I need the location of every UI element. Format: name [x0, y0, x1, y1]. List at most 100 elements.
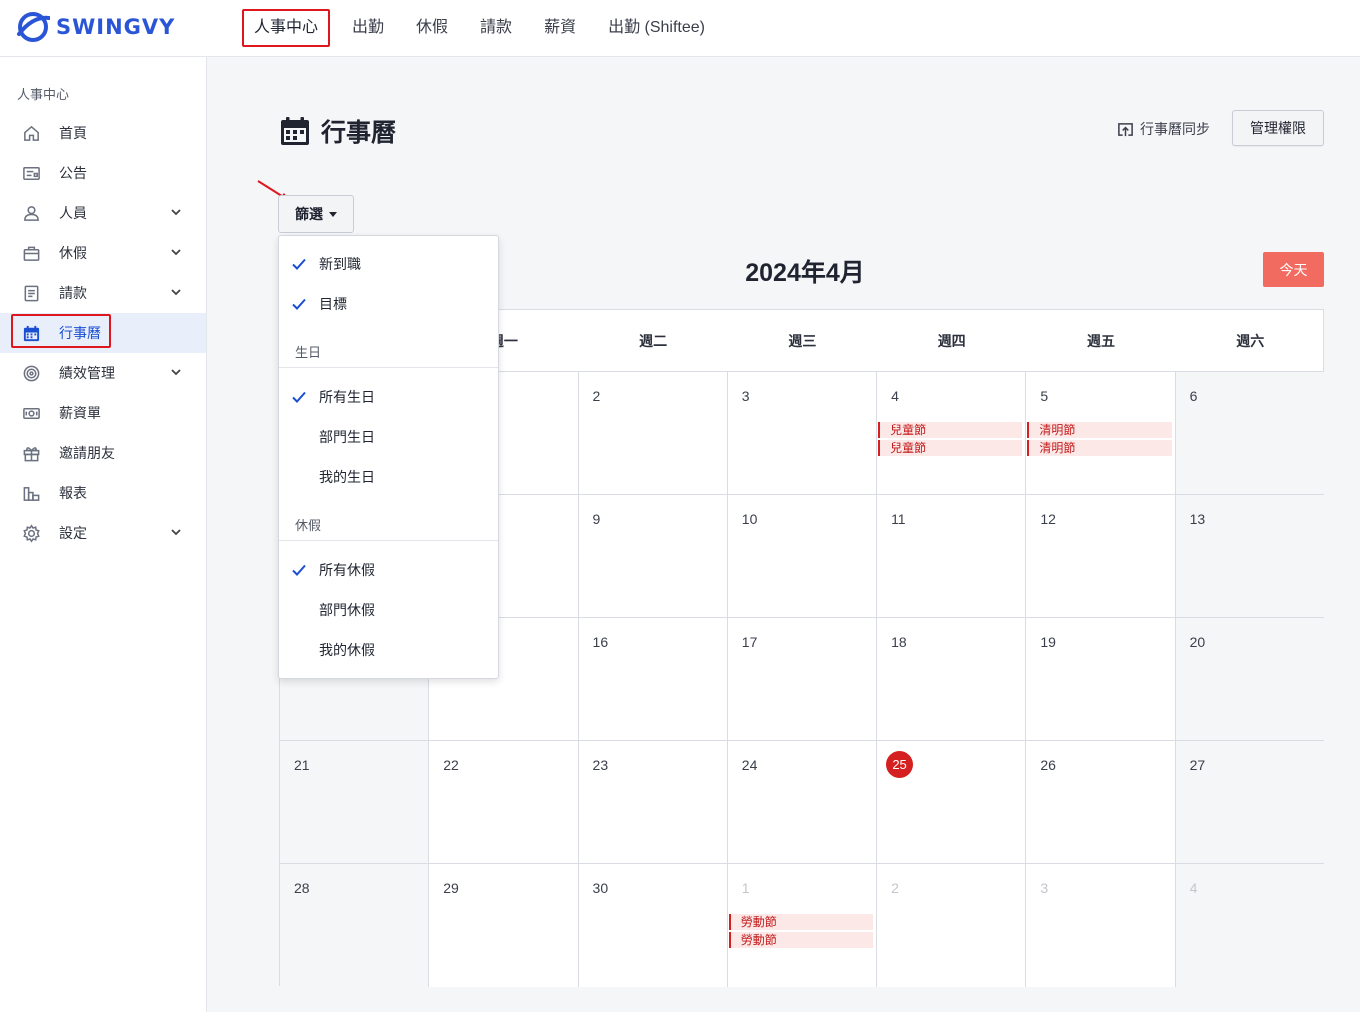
sidebar-item-home[interactable]: 首頁	[0, 113, 206, 153]
calendar-day-cell[interactable]: 24	[727, 741, 878, 863]
calendar-day-cell[interactable]: 3	[1026, 864, 1176, 987]
day-number: 22	[443, 757, 459, 773]
sidebar-item-payslip[interactable]: 薪資單	[0, 393, 206, 433]
calendar-day-cell[interactable]: 12	[1026, 495, 1176, 617]
sidebar-item-calendar[interactable]: 行事曆	[0, 313, 206, 353]
filter-option-my-leave[interactable]: 我的休假	[279, 630, 498, 670]
chevron-down-icon	[171, 289, 181, 296]
manage-permissions-button[interactable]: 管理權限	[1232, 110, 1324, 146]
sidebar-item-label: 人員	[59, 205, 87, 221]
sidebar-item-label: 績效管理	[59, 365, 115, 381]
calendar-day-cell[interactable]: 2	[877, 864, 1027, 987]
filter-button-label: 篩選	[295, 206, 323, 222]
calendar-event[interactable]: 清明節	[1027, 440, 1172, 456]
calendar-event[interactable]: 清明節	[1027, 422, 1172, 438]
calendar-day-cell[interactable]: 17	[727, 618, 878, 740]
day-number: 10	[741, 511, 758, 527]
topnav-leave[interactable]: 休假	[406, 9, 458, 47]
calendar-event[interactable]: 兒童節	[878, 440, 1023, 456]
day-number: 11	[891, 511, 906, 527]
filter-option-my-birthday[interactable]: 我的生日	[279, 457, 498, 497]
filter-option-label: 新到職	[319, 256, 361, 272]
topnav-shiftee[interactable]: 出勤 (Shiftee)	[598, 9, 715, 47]
filter-option-goals[interactable]: 目標	[279, 284, 498, 324]
calendar-day-cell[interactable]: 6	[1175, 372, 1325, 494]
calendar-day-cell[interactable]: 10	[727, 495, 878, 617]
calendar-sync-label: 行事曆同步	[1140, 121, 1210, 137]
sidebar-item-reports[interactable]: 報表	[0, 473, 206, 513]
filter-option-department-birthdays[interactable]: 部門生日	[279, 417, 498, 457]
calendar-event[interactable]: 勞動節	[728, 914, 874, 930]
calendar-day-cell[interactable]: 28	[280, 864, 430, 987]
filter-option-new-hires[interactable]: 新到職	[279, 244, 498, 284]
calendar-week-row: 21 22 23 24 25 26 27	[280, 741, 1325, 864]
sidebar-item-settings[interactable]: 設定	[0, 513, 206, 553]
calendar-day-cell[interactable]: 26	[1026, 741, 1176, 863]
calendar-day-cell[interactable]: 13	[1175, 495, 1325, 617]
sidebar-item-invite[interactable]: 邀請朋友	[0, 433, 206, 473]
calendar-day-cell[interactable]: 1 勞動節 勞動節	[727, 864, 878, 987]
calendar-day-cell[interactable]: 23	[578, 741, 728, 863]
filter-option-department-leave[interactable]: 部門休假	[279, 590, 498, 630]
calendar-day-cell[interactable]: 22	[429, 741, 579, 863]
filter-option-label: 我的生日	[319, 469, 375, 485]
day-number: 16	[592, 634, 609, 650]
calendar-day-cell[interactable]: 18	[877, 618, 1027, 740]
calendar-day-cell[interactable]: 20	[1175, 618, 1325, 740]
page-title-text: 行事曆	[321, 119, 397, 147]
sidebar-list: 首頁 公告 人員 休假 請款 行事曆 績效管理 薪資單 邀請朋友 報表 設定	[0, 113, 206, 553]
chevron-down-icon	[171, 529, 181, 536]
briefcase-icon	[21, 243, 41, 263]
target-icon	[21, 363, 41, 383]
calendar-day-cell[interactable]: 5 清明節 清明節	[1026, 372, 1176, 494]
today-day-number: 25	[886, 751, 914, 778]
calendar-day-cell[interactable]: 11	[877, 495, 1027, 617]
calendar-event[interactable]: 兒童節	[878, 422, 1023, 438]
filter-option-all-leave[interactable]: 所有休假	[279, 550, 498, 590]
sidebar-item-label: 薪資單	[59, 405, 101, 421]
filter-dropdown: 新到職 目標 生日 所有生日 部門生日 我的生日 休假 所有休假 部門休假 我的…	[278, 235, 499, 679]
calendar-day-cell[interactable]: 16	[578, 618, 728, 740]
topnav-expense[interactable]: 請款	[470, 9, 522, 47]
day-number: 3	[1040, 880, 1049, 896]
sidebar-item-expense[interactable]: 請款	[0, 273, 206, 313]
calendar-day-cell[interactable]: 9	[578, 495, 728, 617]
calendar-day-cell[interactable]: 25	[877, 741, 1027, 863]
sidebar-item-people[interactable]: 人員	[0, 193, 206, 233]
calendar-day-cell[interactable]: 2	[578, 372, 728, 494]
sidebar-item-performance[interactable]: 績效管理	[0, 353, 206, 393]
filter-button[interactable]: 篩選	[278, 195, 354, 233]
topnav-hr-center[interactable]: 人事中心	[242, 9, 331, 47]
filter-option-all-birthdays[interactable]: 所有生日	[279, 377, 498, 417]
calendar-event[interactable]: 勞動節	[728, 932, 874, 948]
today-button[interactable]: 今天	[1263, 252, 1324, 287]
calendar-day-cell[interactable]: 21	[280, 741, 430, 863]
filter-option-label: 目標	[319, 296, 347, 312]
calendar-day-cell[interactable]: 4 兒童節 兒童節	[877, 372, 1027, 494]
sidebar-item-leave[interactable]: 休假	[0, 233, 206, 273]
sidebar-section-title: 人事中心	[17, 87, 70, 102]
day-number: 21	[294, 757, 310, 773]
sidebar-item-announcements[interactable]: 公告	[0, 153, 206, 193]
person-icon	[21, 203, 41, 223]
calendar-day-cell[interactable]: 3	[727, 372, 878, 494]
calendar-day-cell[interactable]: 30	[578, 864, 728, 987]
receipt-icon	[21, 283, 41, 303]
day-number: 6	[1189, 388, 1198, 404]
chevron-down-icon	[171, 249, 181, 256]
filter-option-label: 部門生日	[319, 429, 375, 445]
calendar-day-cell[interactable]: 29	[429, 864, 579, 987]
calendar-day-cell[interactable]: 19	[1026, 618, 1176, 740]
day-number: 27	[1189, 757, 1206, 773]
logo[interactable]: SWINGVY	[16, 10, 175, 44]
calendar-day-cell[interactable]: 27	[1175, 741, 1325, 863]
check-icon	[292, 298, 306, 310]
logo-text: SWINGVY	[56, 15, 176, 39]
calendar-day-cell[interactable]: 4	[1175, 864, 1325, 987]
topnav-attendance[interactable]: 出勤	[342, 9, 394, 47]
calendar-sync-link[interactable]: 行事曆同步	[1117, 119, 1210, 139]
chevron-down-icon	[171, 369, 181, 376]
topnav-payroll[interactable]: 薪資	[534, 9, 586, 47]
day-number: 18	[891, 634, 907, 650]
filter-group-birthday: 生日	[295, 345, 322, 360]
